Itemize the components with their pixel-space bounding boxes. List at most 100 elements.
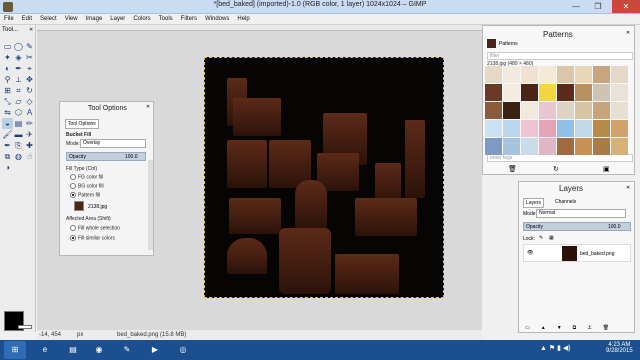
- open-pattern-icon[interactable]: ▣: [603, 165, 610, 173]
- fill-whole-radio[interactable]: Fill whole selection: [70, 225, 120, 231]
- delete-pattern-icon[interactable]: 🗑: [508, 165, 517, 173]
- pattern-swatch[interactable]: [557, 66, 574, 83]
- menu-layer[interactable]: Layer: [106, 14, 129, 24]
- pattern-swatch[interactable]: [611, 102, 628, 119]
- layer-opacity-slider[interactable]: Opacity 100.0: [523, 222, 631, 231]
- unit-select[interactable]: px: [77, 330, 83, 340]
- image-canvas[interactable]: [204, 57, 444, 298]
- pattern-tag-input[interactable]: enter tags: [487, 154, 633, 162]
- pattern-swatch[interactable]: [575, 120, 592, 137]
- tab-tool-options[interactable]: Tool Options: [65, 119, 99, 129]
- pattern-swatch[interactable]: [575, 102, 592, 119]
- pencil-icon[interactable]: ✏: [24, 118, 35, 129]
- anchor-layer-icon[interactable]: ⚓: [587, 325, 591, 331]
- duplicate-layer-icon[interactable]: ⧉: [573, 325, 577, 331]
- scissors-select-icon[interactable]: ✂: [24, 52, 35, 63]
- pattern-swatch[interactable]: [539, 66, 556, 83]
- smudge-icon[interactable]: ☝: [24, 151, 35, 162]
- layer-mode-select[interactable]: Normal: [536, 209, 626, 218]
- airbrush-icon[interactable]: ✈: [24, 129, 35, 140]
- delete-layer-icon[interactable]: 🗑: [603, 325, 609, 331]
- pattern-swatch[interactable]: [539, 138, 556, 155]
- media-player-icon[interactable]: ▶: [144, 341, 166, 359]
- pattern-swatch[interactable]: [503, 102, 520, 119]
- tray-icons[interactable]: ▲ ⚑ ▮ ◀): [540, 344, 571, 352]
- pattern-filter-input[interactable]: filter: [487, 52, 633, 60]
- flip-icon[interactable]: ⇋: [2, 107, 13, 118]
- heal-icon[interactable]: ✚: [24, 140, 35, 151]
- clone-icon[interactable]: ⎘: [13, 140, 24, 151]
- perspective-clone-icon[interactable]: ⧉: [2, 151, 13, 162]
- pattern-swatch[interactable]: [503, 120, 520, 137]
- pattern-swatch[interactable]: [485, 102, 502, 119]
- pattern-swatch[interactable]: [539, 102, 556, 119]
- pattern-swatch[interactable]: [521, 120, 538, 137]
- pattern-swatch[interactable]: [611, 120, 628, 137]
- top-ruler[interactable]: [37, 25, 482, 31]
- rect-select-icon[interactable]: ▭: [2, 41, 13, 52]
- maximize-button[interactable]: ❐: [588, 0, 608, 13]
- pattern-swatch[interactable]: [575, 138, 592, 155]
- tool-options-close-icon[interactable]: ✕: [146, 104, 150, 110]
- new-layer-icon[interactable]: ▭: [525, 325, 530, 331]
- zoom-icon[interactable]: ⚲: [2, 74, 13, 85]
- move-icon[interactable]: ✥: [24, 74, 35, 85]
- eye-icon[interactable]: 👁: [527, 250, 533, 256]
- tab-channels[interactable]: Channels: [555, 199, 576, 205]
- app-icon[interactable]: ◎: [172, 341, 194, 359]
- crop-icon[interactable]: ⌗: [13, 85, 24, 96]
- foreground-select-icon[interactable]: ◐: [2, 63, 13, 74]
- refresh-patterns-icon[interactable]: ↻: [553, 165, 559, 173]
- pattern-swatch[interactable]: [557, 84, 574, 101]
- paths-icon[interactable]: ✒: [13, 63, 24, 74]
- blend-icon[interactable]: ▤: [13, 118, 24, 129]
- pattern-swatch[interactable]: [593, 102, 610, 119]
- patterns-close-icon[interactable]: ✕: [626, 30, 630, 36]
- fuzzy-select-icon[interactable]: ✦: [2, 52, 13, 63]
- lock-alpha-icon[interactable]: ▦: [549, 235, 554, 241]
- shear-icon[interactable]: ▱: [13, 96, 24, 107]
- perspective-icon[interactable]: ◇: [24, 96, 35, 107]
- pattern-swatch[interactable]: [611, 138, 628, 155]
- pattern-swatch[interactable]: [521, 84, 538, 101]
- fill-similar-radio[interactable]: Fill similar colors: [70, 235, 115, 241]
- cage-icon[interactable]: ⬡: [13, 107, 24, 118]
- pattern-swatch[interactable]: [539, 84, 556, 101]
- menu-image[interactable]: Image: [82, 14, 107, 24]
- pattern-swatch[interactable]: [575, 84, 592, 101]
- pattern-swatch[interactable]: [575, 66, 592, 83]
- pattern-swatch[interactable]: [593, 138, 610, 155]
- paintbrush-icon[interactable]: 🖌: [2, 129, 13, 140]
- fill-fg-radio[interactable]: FG color fill: [70, 174, 103, 180]
- ink-icon[interactable]: ✒: [2, 140, 13, 151]
- pattern-swatch[interactable]: [557, 102, 574, 119]
- lower-layer-icon[interactable]: ▼: [557, 325, 562, 331]
- toolbox-close-icon[interactable]: ✕: [29, 27, 33, 33]
- chrome-icon[interactable]: ◉: [88, 341, 110, 359]
- pattern-swatch[interactable]: [557, 120, 574, 137]
- raise-layer-icon[interactable]: ▲: [541, 325, 546, 331]
- blur-icon[interactable]: ◍: [13, 151, 24, 162]
- tool-options-scrollbar[interactable]: [148, 160, 153, 250]
- minimize-button[interactable]: —: [566, 0, 586, 13]
- menu-help[interactable]: Help: [233, 14, 253, 24]
- ie-icon[interactable]: e: [34, 341, 56, 359]
- layers-close-icon[interactable]: ✕: [626, 185, 630, 191]
- opacity-slider[interactable]: Opacity 100.0: [66, 152, 146, 161]
- pattern-preview[interactable]: [74, 201, 84, 211]
- close-button[interactable]: ✕: [612, 0, 640, 13]
- pattern-swatch[interactable]: [593, 66, 610, 83]
- tab-layers[interactable]: Layers: [523, 198, 545, 208]
- color-select-icon[interactable]: ◈: [13, 52, 24, 63]
- color-picker-icon[interactable]: ⌖: [24, 63, 35, 74]
- pattern-swatch[interactable]: [521, 66, 538, 83]
- file-explorer-icon[interactable]: ▤: [62, 341, 84, 359]
- pattern-swatch[interactable]: [503, 138, 520, 155]
- fill-bg-radio[interactable]: BG color fill: [70, 183, 104, 189]
- gimp-taskbar-icon[interactable]: ✎: [116, 341, 138, 359]
- window-titlebar[interactable]: *[bed_baked] (imported)-1.0 (RGB color, …: [0, 0, 640, 14]
- pattern-swatch[interactable]: [593, 84, 610, 101]
- menu-tools[interactable]: Tools: [155, 14, 177, 24]
- pattern-swatch[interactable]: [557, 138, 574, 155]
- menu-filters[interactable]: Filters: [177, 14, 201, 24]
